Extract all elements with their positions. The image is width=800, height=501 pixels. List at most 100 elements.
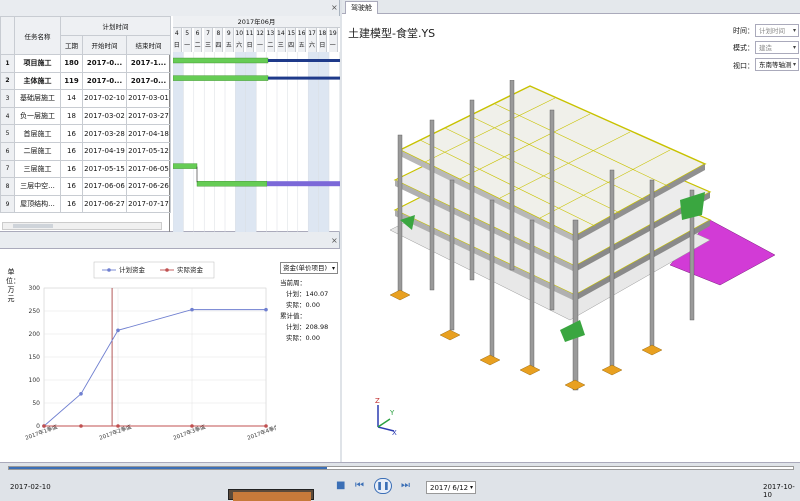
cell-start: 2017-04-19: [82, 141, 127, 161]
y-tick-label: 300: [29, 285, 41, 292]
cell-end: 2017-04-18: [126, 124, 171, 143]
stop-button[interactable]: ■: [336, 480, 345, 491]
table-row[interactable]: 8 三层中空... 16 2017-06-06 2017-06-26: [0, 177, 171, 196]
table-row[interactable]: 3 基础层施工 14 2017-02-10 2017-03-01: [0, 89, 171, 108]
cell-end: 2017-03-27: [126, 106, 171, 126]
y-tick-label: 50: [32, 400, 40, 407]
data-point: [264, 307, 268, 312]
mode-label: 模式：: [733, 44, 754, 52]
model-title: 土建模型-食堂.YS: [348, 27, 436, 40]
fund-type-select[interactable]: 资金(单价项目) ▾: [280, 262, 338, 274]
col-end[interactable]: 结束时间: [126, 35, 171, 55]
cumulative-label: 累计值：: [280, 312, 306, 320]
cell-start: 2017-02-10: [82, 89, 127, 108]
cell-name: 负一层施工: [14, 106, 61, 126]
view-select[interactable]: 东南等轴测 ▾: [755, 58, 799, 71]
data-point: [264, 424, 268, 428]
scrollbar-thumb[interactable]: [13, 224, 53, 228]
tab-cockpit[interactable]: 驾驶舱: [345, 1, 378, 14]
chart-info-panel: 资金(单价项目) ▾ 当前周： 计划：140.07 实际：0.00 累计值： 计划…: [280, 262, 338, 344]
plan-week-value: 计划：140.07: [286, 290, 329, 298]
gantt-bar[interactable]: [196, 180, 268, 187]
footings: [389, 289, 663, 391]
cell-name: 首层施工: [14, 124, 61, 143]
task-table: 任务名称 计划时间 工期 开始时间 结束时间 1 项目施工 180 2017-0...…: [0, 16, 171, 214]
table-row[interactable]: 2 主体施工 119 2017-0... 2017-0...: [0, 71, 171, 91]
axis-x-label: X: [392, 429, 397, 435]
data-point: [190, 424, 194, 428]
cell-duration: 180: [60, 54, 83, 73]
chevron-down-icon: ▾: [792, 27, 796, 34]
axis-y-label: Y: [389, 409, 395, 417]
cell-end: 2017-0...: [126, 71, 171, 91]
cell-start: 2017-03-28: [82, 124, 127, 143]
gantt-bar[interactable]: [173, 57, 269, 64]
actual-week-value: 实际：0.00: [286, 301, 320, 309]
table-row[interactable]: 6 二层施工 16 2017-04-19 2017-05-12: [0, 141, 171, 161]
cell-idx: 7: [0, 159, 15, 179]
legend-label: 实际资金: [177, 265, 204, 274]
cell-duration: 119: [60, 71, 83, 91]
gantt-bar[interactable]: [267, 181, 340, 187]
cell-duration: 16: [60, 177, 83, 196]
end-date: 2017-10-10: [763, 483, 795, 499]
data-point: [79, 392, 83, 396]
col-task-name[interactable]: 任务名称: [14, 16, 61, 55]
col-start[interactable]: 开始时间: [82, 35, 127, 55]
current-week-label: 当前周：: [280, 279, 306, 287]
y-tick-label: 100: [29, 377, 41, 384]
gantt-bar[interactable]: [173, 163, 198, 169]
gantt-bar[interactable]: [268, 76, 340, 80]
table-row[interactable]: 9 屋顶结构... 16 2017-06-27 2017-07-17: [0, 194, 171, 214]
cell-duration: 16: [60, 141, 83, 161]
axis-triad: Z Y X: [375, 397, 397, 435]
pause-button[interactable]: ❚❚: [374, 478, 392, 494]
gantt-bar[interactable]: [173, 75, 269, 81]
cell-idx: 3: [0, 89, 15, 108]
cell-duration: 14: [60, 89, 83, 108]
actual-cum-value: 实际：0.00: [286, 334, 320, 342]
chevron-down-icon: ▾: [331, 265, 335, 272]
view-label: 视口：: [733, 62, 754, 70]
cell-idx: 6: [0, 141, 15, 161]
fund-type-value: 资金(单价项目): [283, 264, 328, 272]
gantt-bar[interactable]: [268, 59, 340, 62]
legend-marker: [165, 268, 169, 272]
cell-idx: 5: [0, 124, 15, 143]
axis-z-label: Z: [375, 397, 380, 405]
chevron-down-icon: ▾: [469, 484, 473, 491]
data-point: [116, 328, 120, 333]
start-date: 2017-02-10: [10, 483, 51, 491]
close-icon[interactable]: ×: [331, 3, 338, 12]
data-point: [42, 424, 46, 428]
col-duration[interactable]: 工期: [60, 35, 83, 55]
cell-idx: 2: [0, 71, 15, 91]
building-model[interactable]: [380, 80, 780, 400]
date-select[interactable]: 2017/ 6/12 ▾: [426, 481, 476, 494]
cell-name: 项目施工: [14, 54, 61, 73]
cell-duration: 16: [60, 159, 83, 179]
grid-scrollbar[interactable]: [2, 222, 162, 230]
plan-cum-value: 计划：208.98: [286, 323, 329, 331]
table-row[interactable]: 7 三层施工 16 2017-05-15 2017-06-05: [0, 159, 171, 179]
gantt-panel: 任务名称 计划时间 工期 开始时间 结束时间 1 项目施工 180 2017-0...…: [0, 16, 340, 232]
cell-name: 基础层施工: [14, 89, 61, 108]
close-icon[interactable]: ×: [331, 236, 338, 245]
legend-marker: [107, 268, 111, 272]
cell-idx: 4: [0, 106, 15, 126]
chevron-down-icon: ▾: [792, 61, 796, 68]
col-plan-time: 计划时间: [60, 16, 171, 36]
table-row[interactable]: 5 首层施工 16 2017-03-28 2017-04-18: [0, 124, 171, 143]
mode-select[interactable]: 建造 ▾: [755, 41, 799, 54]
cell-duration: 16: [60, 194, 83, 214]
prev-button[interactable]: ⏮: [355, 480, 364, 491]
chevron-down-icon: ▾: [792, 44, 796, 51]
time-label: 时间：: [733, 27, 754, 35]
progress-track[interactable]: [8, 466, 794, 470]
time-select[interactable]: 计划时间 ▾: [755, 24, 799, 37]
table-row[interactable]: 1 项目施工 180 2017-0... 2017-1...: [0, 54, 171, 73]
cell-start: 2017-0...: [82, 71, 127, 91]
next-button[interactable]: ⏭: [401, 480, 410, 491]
mode-value: 建造: [759, 44, 772, 52]
table-row[interactable]: 4 负一层施工 18 2017-03-02 2017-03-27: [0, 106, 171, 126]
